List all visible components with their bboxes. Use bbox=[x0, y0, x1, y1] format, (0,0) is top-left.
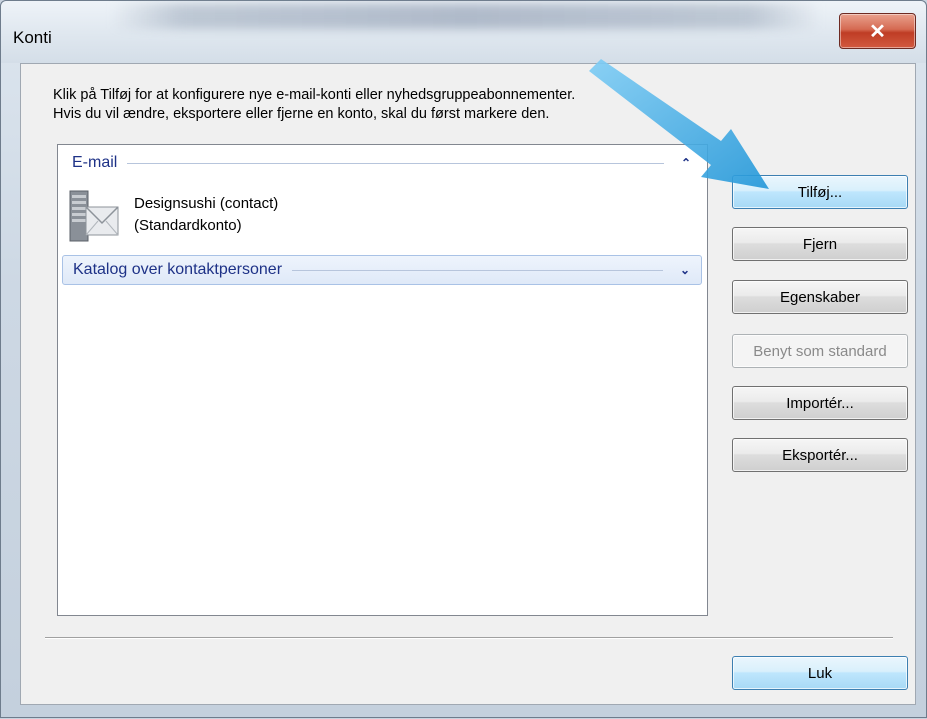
accounts-list[interactable]: E-mail ⌃ Designsushi (contact) (Standard… bbox=[57, 144, 708, 616]
chevron-up-icon[interactable]: ⌃ bbox=[678, 156, 694, 170]
mail-server-icon bbox=[69, 190, 119, 242]
group-divider bbox=[292, 269, 663, 271]
divider bbox=[45, 637, 893, 639]
close-button[interactable]: Luk bbox=[732, 656, 908, 690]
group-header-catalog[interactable]: Katalog over kontaktpersoner ⌄ bbox=[62, 255, 702, 285]
remove-button[interactable]: Fjern bbox=[732, 227, 908, 261]
dialog-body: Klik på Tilføj for at konfigurere nye e-… bbox=[20, 63, 916, 705]
set-default-button[interactable]: Benyt som standard bbox=[732, 334, 908, 368]
group-header-email[interactable]: E-mail ⌃ bbox=[62, 149, 702, 177]
export-button[interactable]: Eksportér... bbox=[732, 438, 908, 472]
window-title: Konti bbox=[13, 28, 52, 47]
account-name: Designsushi (contact) bbox=[134, 195, 279, 212]
add-button[interactable]: Tilføj... bbox=[732, 175, 908, 209]
accounts-dialog: Konti ✕ Klik på Tilføj for at konfigurer… bbox=[0, 0, 927, 718]
title-bar[interactable]: Konti ✕ bbox=[1, 1, 926, 63]
group-label: E-mail bbox=[72, 154, 118, 171]
account-default-label: (Standardkonto) bbox=[134, 217, 242, 234]
instructions-line-2: Hvis du vil ændre, eksportere eller fjer… bbox=[53, 106, 550, 122]
list-item-account[interactable]: Designsushi (contact) (Standardkonto) bbox=[68, 187, 468, 249]
import-button[interactable]: Importér... bbox=[732, 386, 908, 420]
chevron-down-icon[interactable]: ⌄ bbox=[677, 263, 693, 277]
close-icon: ✕ bbox=[869, 20, 886, 43]
properties-button[interactable]: Egenskaber bbox=[732, 280, 908, 314]
instructions-line-1: Klik på Tilføj for at konfigurere nye e-… bbox=[53, 87, 576, 103]
group-label: Katalog over kontaktpersoner bbox=[73, 261, 283, 278]
blurred-background-text bbox=[111, 3, 821, 29]
instructions-text: Klik på Tilføj for at konfigurere nye e-… bbox=[53, 86, 753, 124]
close-window-button[interactable]: ✕ bbox=[839, 13, 916, 49]
group-divider bbox=[127, 162, 664, 164]
